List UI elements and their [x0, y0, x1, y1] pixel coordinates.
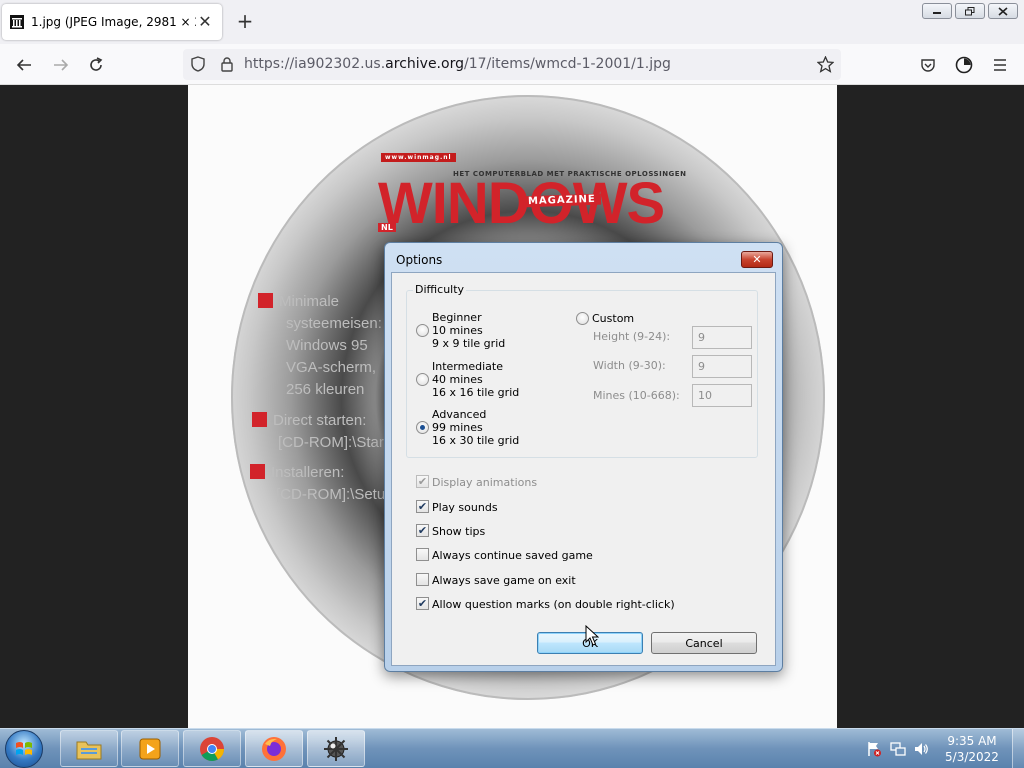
tab-title: 1.jpg (JPEG Image, 2981 × 2950 — [31, 15, 196, 29]
advanced-option[interactable]: Advanced 99 mines 16 x 30 tile grid — [432, 408, 519, 447]
minimize-button[interactable] — [922, 3, 952, 19]
beginner-option[interactable]: Beginner 10 mines 9 x 9 tile grid — [432, 311, 505, 350]
cancel-button[interactable]: Cancel — [651, 632, 757, 654]
close-icon: ✕ — [752, 253, 762, 266]
bookmark-star-icon[interactable] — [814, 53, 836, 75]
mines-input[interactable]: 10 — [692, 384, 752, 407]
difficulty-label: Difficulty — [413, 283, 467, 296]
display-animations-checkbox[interactable]: ✔ — [416, 475, 429, 488]
disc-requirements: Minimale systeemeisen: Windows 95 VGA-sc… — [258, 291, 382, 401]
custom-radio[interactable] — [576, 312, 589, 325]
intermediate-option[interactable]: Intermediate 40 mines 16 x 16 tile grid — [432, 360, 519, 399]
windows-logo-icon — [16, 742, 32, 755]
clock-date: 5/3/2022 — [945, 750, 999, 764]
play-sounds-checkbox[interactable]: ✔ — [416, 500, 429, 513]
menu-icon[interactable] — [989, 54, 1011, 76]
account-icon[interactable] — [953, 54, 975, 76]
always-save-label[interactable]: Always save game on exit — [432, 574, 576, 587]
tab-close-icon[interactable]: ✕ — [196, 13, 214, 31]
reload-icon[interactable] — [85, 54, 107, 76]
display-animations-label[interactable]: Display animations — [432, 476, 537, 489]
disc-install: Installeren: [CD-ROM]:\Setup — [250, 462, 394, 506]
taskbar: 9:35 AM 5/3/2022 — [0, 728, 1024, 768]
mouse-cursor-icon — [585, 625, 599, 646]
restore-button[interactable] — [955, 3, 985, 19]
shield-icon[interactable] — [187, 53, 209, 75]
taskbar-firefox[interactable] — [245, 730, 303, 767]
volume-icon[interactable] — [913, 741, 929, 757]
window-controls — [922, 3, 1018, 19]
custom-label[interactable]: Custom — [592, 312, 634, 325]
height-label: Height (9-24): — [593, 330, 671, 343]
dialog-title: Options — [396, 253, 443, 267]
address-bar[interactable]: https://ia902302.us.archive.org/17/items… — [183, 49, 841, 80]
start-button[interactable] — [5, 730, 43, 768]
system-clock[interactable]: 9:35 AM 5/3/2022 — [932, 733, 1012, 765]
lock-icon[interactable] — [216, 53, 238, 75]
new-tab-icon[interactable]: + — [235, 11, 255, 31]
back-icon[interactable] — [13, 54, 35, 76]
network-icon[interactable] — [890, 741, 906, 757]
clock-time: 9:35 AM — [947, 734, 997, 748]
minesweeper-icon — [324, 736, 348, 761]
always-continue-checkbox[interactable] — [416, 548, 429, 561]
beginner-radio[interactable] — [416, 324, 429, 337]
question-marks-label[interactable]: Allow question marks (on double right-cl… — [432, 598, 675, 611]
chrome-icon — [200, 736, 224, 761]
intermediate-radio[interactable] — [416, 373, 429, 386]
browser-tab[interactable]: 1.jpg (JPEG Image, 2981 × 2950 ✕ — [2, 4, 222, 40]
width-input[interactable]: 9 — [692, 355, 752, 378]
mines-label: Mines (10-668): — [593, 389, 680, 402]
taskbar-media-player[interactable] — [121, 730, 179, 767]
always-save-checkbox[interactable] — [416, 573, 429, 586]
taskbar-chrome[interactable] — [183, 730, 241, 767]
options-dialog: Options ✕ Difficulty Beginner 10 mines 9… — [384, 242, 783, 672]
pocket-icon[interactable] — [917, 54, 939, 76]
show-tips-checkbox[interactable]: ✔ — [416, 524, 429, 537]
browser-tab-bar: 1.jpg (JPEG Image, 2981 × 2950 ✕ + — [0, 0, 1024, 44]
media-player-icon — [139, 738, 161, 759]
height-input[interactable]: 9 — [692, 326, 752, 349]
magazine-region: NL — [378, 223, 396, 232]
arrow-bullet-icon — [250, 464, 265, 479]
browser-nav-bar: https://ia902302.us.archive.org/17/items… — [0, 44, 1024, 85]
dialog-close-button[interactable]: ✕ — [741, 251, 773, 268]
advanced-radio[interactable] — [416, 421, 429, 434]
folder-icon — [76, 741, 102, 759]
magazine-logo: WINDOWS — [378, 171, 665, 236]
show-desktop-button[interactable] — [1012, 729, 1024, 768]
question-marks-checkbox[interactable]: ✔ — [416, 597, 429, 610]
play-sounds-label[interactable]: Play sounds — [432, 501, 498, 514]
arrow-bullet-icon — [258, 293, 273, 308]
close-window-button[interactable] — [988, 3, 1018, 19]
taskbar-explorer[interactable] — [60, 730, 118, 767]
show-tips-label[interactable]: Show tips — [432, 525, 485, 538]
dialog-body: Difficulty Beginner 10 mines 9 x 9 tile … — [391, 272, 776, 666]
difficulty-group: Difficulty Beginner 10 mines 9 x 9 tile … — [406, 283, 758, 458]
archive-favicon-icon — [10, 15, 24, 29]
firefox-icon — [262, 736, 286, 761]
disc-direct-start: Direct starten: [CD-ROM]:\Start — [252, 410, 388, 454]
action-center-flag-icon[interactable] — [866, 741, 882, 757]
magazine-site: www.winmag.nl — [381, 153, 456, 162]
always-continue-label[interactable]: Always continue saved game — [432, 549, 593, 562]
arrow-bullet-icon — [252, 412, 267, 427]
width-label: Width (9-30): — [593, 359, 666, 372]
url-text[interactable]: https://ia902302.us.archive.org/17/items… — [244, 56, 671, 72]
forward-icon[interactable] — [50, 54, 72, 76]
taskbar-minesweeper[interactable] — [307, 730, 365, 767]
